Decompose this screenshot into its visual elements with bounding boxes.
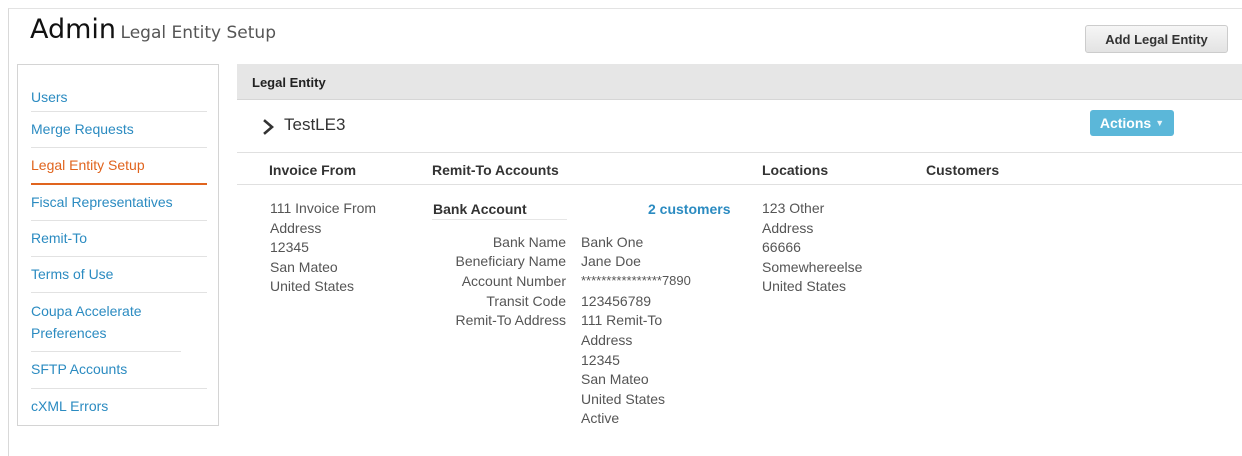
sidebar-item-users[interactable]: Users <box>31 83 207 112</box>
customers-link[interactable]: 2 customers <box>648 201 730 217</box>
invoice-from-address: 111 Invoice From Address 12345 San Mateo… <box>270 199 376 297</box>
account-number-label: Account Number <box>461 273 566 289</box>
address-line: Address <box>581 332 633 348</box>
chevron-down-icon: ▼ <box>1155 118 1165 128</box>
sidebar-item-fiscal-representatives[interactable]: Fiscal Representatives <box>31 185 207 221</box>
sidebar: Users Merge Requests Legal Entity Setup … <box>17 64 219 426</box>
address-line: San Mateo <box>581 371 649 387</box>
address-line: United States <box>762 278 847 294</box>
remit-to-address-continued: Address 12345 San Mateo United States Ac… <box>581 331 665 429</box>
locations-address: 123 Other Address 66666 Somewhereelse Un… <box>762 199 862 297</box>
beneficiary-name-label: Beneficiary Name <box>455 253 567 269</box>
sidebar-item-legal-entity-setup[interactable]: Legal Entity Setup <box>31 148 207 185</box>
address-line: San Mateo <box>270 258 338 275</box>
divider <box>237 184 1242 185</box>
address-line: 123 Other <box>762 200 825 216</box>
status-text: Active <box>581 410 620 426</box>
sidebar-item-sftp-accounts[interactable]: SFTP Accounts <box>31 352 207 389</box>
bank-name-label: Bank Name <box>492 234 566 250</box>
remit-to-address-value: 111 Remit-To <box>581 312 663 328</box>
sidebar-item-cxml-errors[interactable]: cXML Errors <box>31 389 207 425</box>
sidebar-item-terms-of-use[interactable]: Terms of Use <box>31 257 207 293</box>
beneficiary-name-value: Jane Doe <box>581 253 641 269</box>
address-line: United States <box>270 278 355 294</box>
address-line: Address <box>762 219 814 236</box>
address-line: United States <box>581 390 666 407</box>
add-legal-entity-button[interactable]: Add Legal Entity <box>1085 25 1228 53</box>
column-header-locations: Locations <box>762 162 829 178</box>
page-title-main: Admin <box>30 14 117 45</box>
page-title: Admin Legal Entity Setup <box>30 14 276 45</box>
address-line: Somewhereelse <box>762 258 863 275</box>
actions-button[interactable]: Actions ▼ <box>1090 110 1174 136</box>
address-line: 12345 <box>270 239 309 255</box>
remit-to-address-label: Remit-To Address <box>455 312 566 328</box>
bank-name-value: Bank One <box>581 234 644 250</box>
column-header-invoice-from: Invoice From <box>269 162 357 178</box>
sidebar-item-merge-requests[interactable]: Merge Requests <box>31 112 207 148</box>
actions-button-label: Actions <box>1099 115 1152 131</box>
account-number-value: ****************7890 <box>581 273 691 288</box>
panel-header: Legal Entity <box>237 64 1242 100</box>
column-header-remit-to-accounts: Remit-To Accounts <box>432 162 559 178</box>
entity-name[interactable]: TestLE3 <box>284 115 345 135</box>
divider <box>237 152 1242 153</box>
sidebar-item-remit-to[interactable]: Remit-To <box>31 221 207 257</box>
divider <box>432 219 567 220</box>
address-line: 111 Invoice From <box>270 200 377 216</box>
panel-heading: Legal Entity <box>252 75 326 90</box>
bank-account-label: Bank Account <box>433 201 527 217</box>
page-title-sub: Legal Entity Setup <box>120 23 276 43</box>
column-header-customers: Customers <box>926 162 1000 178</box>
address-line: Address <box>270 219 322 236</box>
address-line: 66666 <box>762 239 801 255</box>
chevron-right-icon[interactable] <box>262 119 276 135</box>
address-line: 12345 <box>581 351 620 368</box>
sidebar-item-coupa-accelerate-preferences[interactable]: Coupa Accelerate Preferences <box>31 293 181 352</box>
transit-code-value: 123456789 <box>581 293 652 309</box>
transit-code-label: Transit Code <box>486 293 566 309</box>
